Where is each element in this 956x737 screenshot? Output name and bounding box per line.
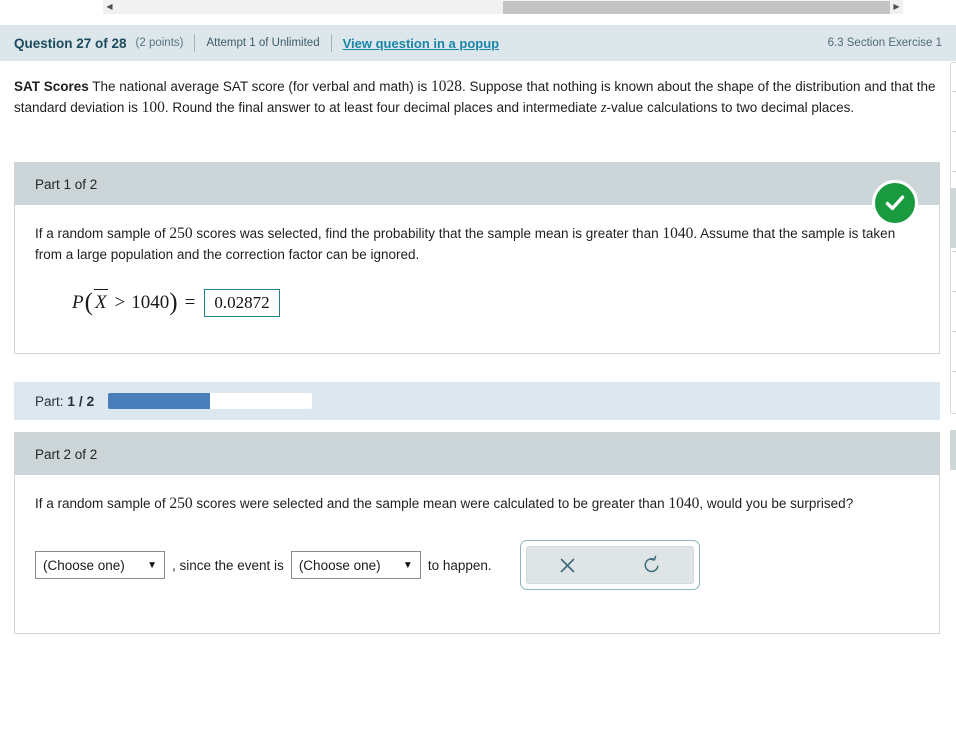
- stem-text-4: -value calculations to two decimal place…: [606, 100, 855, 115]
- part-1-sample-size: 250: [169, 225, 193, 242]
- check-circle-icon: [872, 180, 918, 226]
- surprised-dropdown-value: (Choose one): [43, 557, 125, 573]
- formula-xbar-symbol: X: [93, 289, 108, 313]
- part-1-heading: Part 1 of 2: [35, 176, 98, 192]
- part-2-card: Part 2 of 2 If a random sample of 250 sc…: [14, 432, 940, 634]
- part-1-prompt-b: scores was selected, find the probabilit…: [192, 226, 663, 241]
- formula-open-paren: (: [84, 289, 93, 317]
- progress-fill: [108, 393, 211, 409]
- formula-equals: =: [184, 292, 196, 313]
- question-number: Question 27 of 28: [14, 35, 127, 51]
- stem-mean-value: 1028: [430, 78, 462, 95]
- close-x-icon: [560, 558, 575, 572]
- undo-answer-button[interactable]: [610, 546, 694, 584]
- answer-action-button-group: [519, 540, 700, 590]
- page-root: ◀ ▶ Question 27 of 28 (2 points) Attempt…: [0, 0, 956, 737]
- formula-p-symbol: P: [72, 292, 84, 313]
- progress-track: [108, 393, 313, 409]
- part-progress-band: Part: 1 / 2: [14, 382, 940, 420]
- scroll-right-arrow-icon[interactable]: ▶: [890, 1, 903, 14]
- surprised-dropdown[interactable]: (Choose one) ▼: [35, 551, 165, 579]
- likelihood-dropdown[interactable]: (Choose one) ▼: [290, 551, 421, 579]
- formula-value: 1040: [131, 292, 170, 313]
- part-2-heading: Part 2 of 2: [35, 446, 98, 462]
- clear-answer-button[interactable]: [526, 546, 610, 584]
- formula-close-paren: ): [169, 289, 178, 317]
- right-edge-block-1: [950, 188, 956, 248]
- probability-formula: P(X >1040) =: [72, 289, 204, 317]
- question-points: (2 points): [135, 37, 184, 49]
- right-edge-block-2: [950, 430, 956, 470]
- part-1-threshold: 1040: [662, 225, 694, 242]
- part-2-threshold: 1040: [668, 495, 700, 512]
- part-2-prompt-c: , would you be surprised?: [699, 496, 854, 511]
- part-2-answer-row: (Choose one) ▼ , since the event is (Cho…: [35, 540, 919, 590]
- progress-label-text: Part:: [35, 394, 64, 409]
- part-1-body: If a random sample of 250 scores was sel…: [15, 205, 939, 317]
- stem-title: SAT Scores: [14, 79, 89, 94]
- part-2-prompt-b: scores were selected and the sample mean…: [192, 496, 669, 511]
- view-question-popup-link[interactable]: View question in a popup: [343, 36, 500, 51]
- header-divider-2: [330, 34, 332, 52]
- chevron-down-icon: ▼: [147, 559, 157, 571]
- scrollbar-thumb[interactable]: [503, 0, 890, 14]
- stem-text-3: . Round the final answer to at least fou…: [164, 100, 601, 115]
- scroll-left-arrow-icon[interactable]: ◀: [103, 1, 116, 14]
- attempt-count: Attempt 1 of Unlimited: [206, 37, 320, 49]
- part-2-prompt-a: If a random sample of: [35, 496, 170, 511]
- sentence-tail-text: to happen.: [427, 557, 492, 573]
- undo-refresh-icon: [644, 555, 659, 573]
- stem-text-1: The national average SAT score (for verb…: [88, 79, 431, 94]
- progress-label: Part: 1 / 2: [35, 393, 94, 409]
- part-1-prompt: If a random sample of 250 scores was sel…: [35, 223, 919, 265]
- likelihood-dropdown-value: (Choose one): [298, 557, 381, 573]
- question-stem: SAT Scores The national average SAT scor…: [14, 76, 940, 119]
- progress-current: 1: [67, 393, 76, 409]
- section-exercise-label: 6.3 Section Exercise 1: [827, 37, 942, 49]
- part-2-body: If a random sample of 250 scores were se…: [15, 475, 939, 590]
- horizontal-scrollbar[interactable]: ◀ ▶: [103, 0, 903, 14]
- part-1-card: Part 1 of 2 If a random sample of 250 sc…: [14, 162, 940, 354]
- sentence-middle-text: , since the event is: [172, 557, 284, 573]
- chevron-down-icon-2: ▼: [402, 559, 413, 571]
- formula-operator: >: [114, 292, 126, 313]
- progress-separator: /: [78, 393, 83, 409]
- part-2-sample-size: 250: [169, 495, 193, 512]
- answer-action-inner: [525, 546, 694, 584]
- part-2-heading-bar: Part 2 of 2: [15, 433, 939, 475]
- question-header-bar: Question 27 of 28 (2 points) Attempt 1 o…: [0, 25, 956, 61]
- progress-total: 2: [86, 393, 95, 409]
- scrollbar-track[interactable]: [116, 0, 890, 14]
- header-divider-1: [194, 34, 196, 52]
- part-1-heading-bar: Part 1 of 2: [15, 163, 939, 205]
- part-1-prompt-a: If a random sample of: [35, 226, 170, 241]
- part-1-answer-input[interactable]: 0.02872: [204, 289, 280, 317]
- part-2-prompt: If a random sample of 250 scores were se…: [35, 493, 919, 514]
- stem-sd-value: 100: [141, 99, 165, 116]
- part-1-formula-row: P(X >1040) = 0.02872: [35, 289, 919, 317]
